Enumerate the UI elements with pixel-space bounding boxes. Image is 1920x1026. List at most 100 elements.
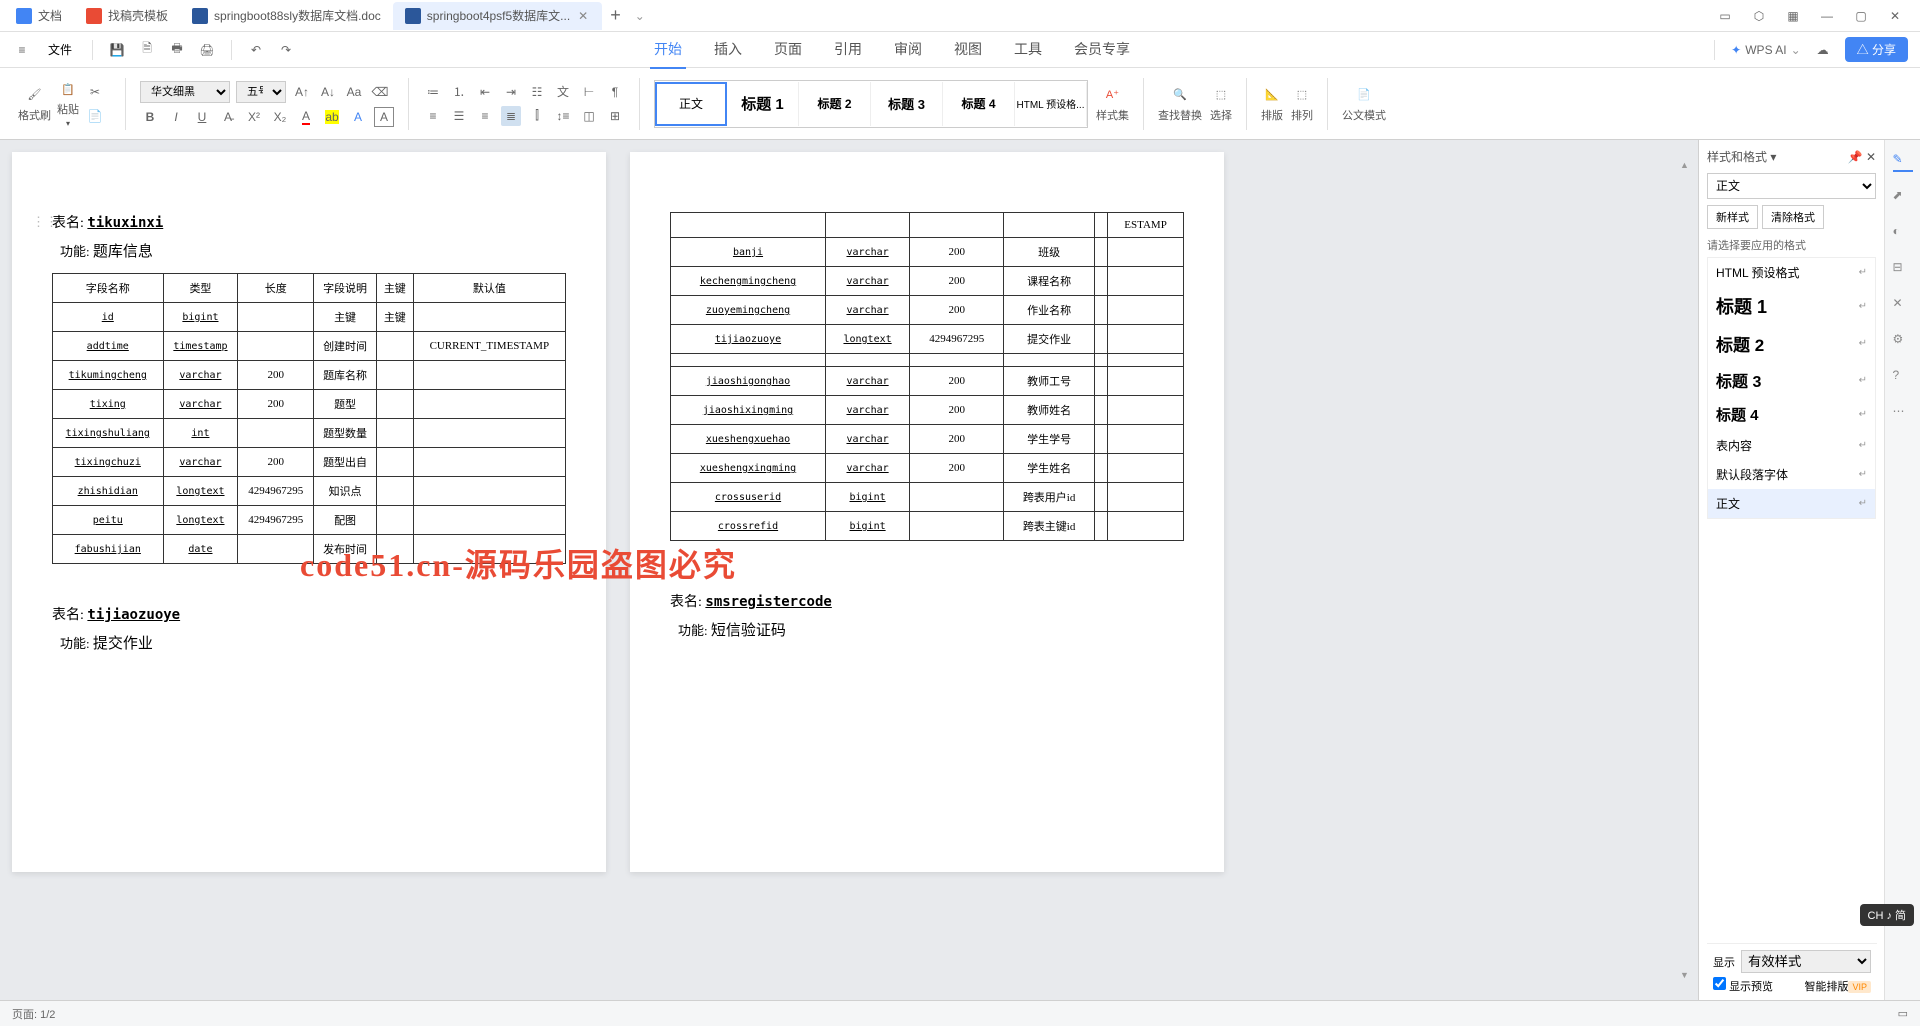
tab-review[interactable]: 审阅 <box>890 31 926 69</box>
copy-icon[interactable]: 📄 <box>85 106 105 126</box>
align-right-icon[interactable]: ≡ <box>475 106 495 126</box>
style-list-item[interactable]: HTML 预设格式↵ <box>1708 258 1875 287</box>
minimize-icon[interactable]: — <box>1818 7 1836 25</box>
print2-icon[interactable]: 🖨 <box>197 40 217 60</box>
wps-ai-button[interactable]: ✦WPS AI⌄ <box>1731 43 1800 57</box>
distributed-icon[interactable]: ⫿ <box>527 106 547 126</box>
sort-icon[interactable]: ☷ <box>527 82 547 102</box>
nav-icon[interactable]: ⊟ <box>1893 260 1913 280</box>
tab-doc1[interactable]: springboot88sly数据库文档.doc <box>180 2 393 30</box>
app-icon-1[interactable]: ▭ <box>1716 7 1734 25</box>
redo-icon[interactable]: ↷ <box>276 40 296 60</box>
document-area[interactable]: ⋮⋮ 表名: tikuxinxi 功能: 题库信息 字段名称类型长度字段说明主键… <box>0 140 1698 1000</box>
tabs-icon[interactable]: ⊢ <box>579 82 599 102</box>
current-style-select[interactable]: 正文 <box>1707 173 1876 199</box>
close-panel-icon[interactable]: ✕ <box>1866 150 1876 164</box>
tab-page[interactable]: 页面 <box>770 31 806 69</box>
tools-icon[interactable]: ✕ <box>1893 296 1913 316</box>
increase-indent-icon[interactable]: ⇥ <box>501 82 521 102</box>
tab-tools[interactable]: 工具 <box>1010 31 1046 69</box>
shapes-icon[interactable]: ◐ <box>1893 224 1913 244</box>
text-direction-icon[interactable]: 文 <box>553 82 573 102</box>
shading-icon[interactable]: ◫ <box>579 106 599 126</box>
view-mode-icon[interactable]: ▭ <box>1898 1007 1908 1020</box>
arrange-button[interactable]: ⬚排列 <box>1291 85 1313 123</box>
show-filter-select[interactable]: 有效样式 <box>1741 950 1871 973</box>
change-case-icon[interactable]: Aa <box>344 82 364 102</box>
page-indicator[interactable]: 页面: 1/2 <box>12 1006 55 1022</box>
app-icon-3[interactable]: ▦ <box>1784 7 1802 25</box>
tab-reference[interactable]: 引用 <box>830 31 866 69</box>
clear-format-icon[interactable]: ⌫ <box>370 82 390 102</box>
style-list-item[interactable]: 标题 2↵ <box>1708 325 1875 362</box>
settings-icon[interactable]: ⚙ <box>1893 332 1913 352</box>
print-preview-icon[interactable]: 🗎 <box>137 40 157 60</box>
share-button[interactable]: △ 分享 <box>1845 37 1908 62</box>
bullet-list-icon[interactable]: ≔ <box>423 82 443 102</box>
tab-template[interactable]: 找稿壳模板 <box>74 2 180 30</box>
close-icon[interactable]: ✕ <box>576 9 590 23</box>
style-h1[interactable]: 标题 1 <box>727 82 799 126</box>
borders-icon[interactable]: ⊞ <box>605 106 625 126</box>
style-h4[interactable]: 标题 4 <box>943 82 1015 126</box>
select-button[interactable]: ⬚选择 <box>1210 85 1232 123</box>
tab-start[interactable]: 开始 <box>650 31 686 69</box>
smart-layout-button[interactable]: 智能排版VIP <box>1804 978 1871 994</box>
subscript-icon[interactable]: X₂ <box>270 107 290 127</box>
style-set-button[interactable]: A⁺样式集 <box>1096 85 1129 123</box>
style-h2[interactable]: 标题 2 <box>799 82 871 126</box>
style-list[interactable]: HTML 预设格式↵标题 1↵标题 2↵标题 3↵标题 4↵表内容↵默认段落字体… <box>1707 257 1876 519</box>
font-name-select[interactable]: 华文细黑 <box>140 81 230 103</box>
drag-handle-icon[interactable]: ⋮⋮ <box>32 214 58 230</box>
hamburger-icon[interactable]: ≡ <box>12 40 32 60</box>
italic-icon[interactable]: I <box>166 107 186 127</box>
more-icon[interactable]: ⋯ <box>1893 404 1913 424</box>
maximize-icon[interactable]: ▢ <box>1852 7 1870 25</box>
print-icon[interactable]: 🖶 <box>167 40 187 60</box>
select-tool-icon[interactable]: ⬈ <box>1893 188 1913 208</box>
style-html[interactable]: HTML 预设格... <box>1015 82 1087 126</box>
font-color-icon[interactable]: A <box>296 107 316 127</box>
line-spacing-icon[interactable]: ↕≡ <box>553 106 573 126</box>
bold-icon[interactable]: B <box>140 107 160 127</box>
number-list-icon[interactable]: ⒈ <box>449 82 469 102</box>
highlight-icon[interactable]: ab <box>322 107 342 127</box>
style-h3[interactable]: 标题 3 <box>871 82 943 126</box>
decrease-font-icon[interactable]: A↓ <box>318 82 338 102</box>
close-window-icon[interactable]: ✕ <box>1886 7 1904 25</box>
style-list-item[interactable]: 正文↵ <box>1708 489 1875 518</box>
style-list-item[interactable]: 标题 4↵ <box>1708 398 1875 431</box>
style-list-item[interactable]: 表内容↵ <box>1708 431 1875 460</box>
preview-checkbox[interactable]: 显示预览 <box>1713 977 1773 994</box>
style-list-item[interactable]: 标题 1↵ <box>1708 287 1875 325</box>
superscript-icon[interactable]: X² <box>244 107 264 127</box>
app-icon-2[interactable]: ⬡ <box>1750 7 1768 25</box>
undo-icon[interactable]: ↶ <box>246 40 266 60</box>
new-tab-button[interactable]: + <box>602 5 629 26</box>
scroll-up-icon[interactable]: ▲ <box>1680 160 1696 170</box>
tab-menu-icon[interactable]: ⌄ <box>629 9 651 23</box>
tab-docs[interactable]: 文档 <box>4 2 74 30</box>
style-list-item[interactable]: 标题 3↵ <box>1708 362 1875 398</box>
scroll-down-icon[interactable]: ▼ <box>1680 970 1696 980</box>
pin-icon[interactable]: 📌 <box>1848 150 1863 164</box>
decrease-indent-icon[interactable]: ⇤ <box>475 82 495 102</box>
style-gallery[interactable]: 正文 标题 1 标题 2 标题 3 标题 4 HTML 预设格... <box>654 80 1088 128</box>
style-normal[interactable]: 正文 <box>655 82 727 126</box>
tab-view[interactable]: 视图 <box>950 31 986 69</box>
clear-format-button[interactable]: 清除格式 <box>1762 205 1824 229</box>
underline-icon[interactable]: U <box>192 107 212 127</box>
layout-button[interactable]: 📐排版 <box>1261 85 1283 123</box>
paragraph-mark-icon[interactable]: ¶ <box>605 82 625 102</box>
cut-icon[interactable]: ✂ <box>85 82 105 102</box>
cloud-icon[interactable]: ☁ <box>1813 40 1833 60</box>
save-icon[interactable]: 💾 <box>107 40 127 60</box>
style-list-item[interactable]: 默认段落字体↵ <box>1708 460 1875 489</box>
edit-icon[interactable]: ✎ <box>1893 152 1913 172</box>
align-left-icon[interactable]: ≡ <box>423 106 443 126</box>
paste-button[interactable]: 📋粘贴▾ <box>57 79 79 128</box>
strikethrough-icon[interactable]: A̵ <box>218 107 238 127</box>
char-border-icon[interactable]: A <box>374 107 394 127</box>
help-icon[interactable]: ? <box>1893 368 1913 388</box>
file-menu[interactable]: 文件 <box>42 37 78 62</box>
